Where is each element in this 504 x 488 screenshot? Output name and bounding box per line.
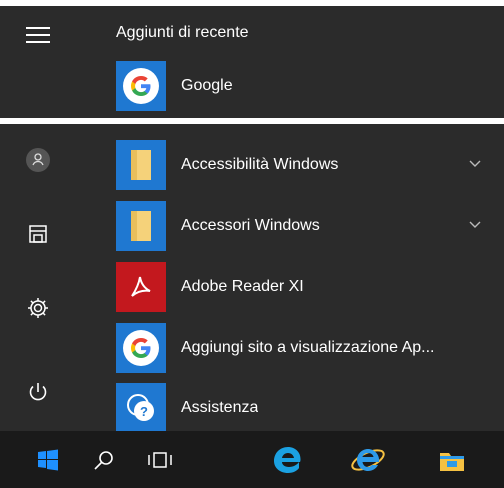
file-explorer-icon <box>440 452 464 471</box>
folder-icon <box>131 150 151 180</box>
recent-panel: Aggiunti di recente Google <box>0 6 504 118</box>
google-icon <box>123 330 159 366</box>
hamburger-icon <box>26 27 50 43</box>
app-item-adobe-reader[interactable]: Adobe Reader XI <box>112 259 504 315</box>
settings-button[interactable] <box>20 290 56 326</box>
search-button[interactable] <box>76 431 132 488</box>
app-label: Accessori Windows <box>181 217 320 234</box>
power-button[interactable] <box>20 374 56 410</box>
chevron-down-icon <box>469 160 481 167</box>
power-icon <box>29 383 47 401</box>
windows-start-icon <box>38 449 58 470</box>
search-icon <box>94 450 113 470</box>
task-view-button[interactable] <box>132 431 188 488</box>
app-tile <box>116 61 166 111</box>
hamburger-menu-button[interactable] <box>20 17 56 53</box>
app-item-google[interactable]: Google <box>112 58 504 114</box>
app-label: Accessibilità Windows <box>181 156 339 173</box>
user-icon <box>26 148 50 172</box>
task-view-icon <box>148 451 172 468</box>
documents-button[interactable] <box>20 216 56 252</box>
app-label: Aggiungi sito a visualizzazione Ap... <box>181 339 435 356</box>
app-item-accessori-windows[interactable]: Accessori Windows <box>112 198 504 254</box>
settings-gear-icon <box>28 298 48 318</box>
app-item-aggiungi-sito[interactable]: Aggiungi sito a visualizzazione Ap... <box>112 320 504 376</box>
expand-chevron-button[interactable] <box>466 155 484 173</box>
app-tile: ? <box>116 383 166 433</box>
svg-text:?: ? <box>140 404 148 419</box>
file-explorer-button[interactable] <box>424 431 480 488</box>
adobe-reader-icon <box>131 276 151 297</box>
internet-explorer-icon <box>351 448 385 471</box>
app-item-accessibilita-windows[interactable]: Accessibilità Windows <box>112 137 504 193</box>
help-chat-icon: ? <box>127 394 154 421</box>
app-tile <box>116 140 166 190</box>
documents-icon <box>29 225 47 243</box>
internet-explorer-button[interactable] <box>340 431 396 488</box>
recent-section-title: Aggiunti di recente <box>116 24 249 41</box>
app-item-assistenza[interactable]: ? Assistenza <box>112 380 504 436</box>
chevron-down-icon <box>469 221 481 228</box>
expand-chevron-button[interactable] <box>466 216 484 234</box>
edge-icon <box>274 446 301 473</box>
app-label: Assistenza <box>181 399 259 416</box>
app-tile <box>116 323 166 373</box>
app-tile <box>116 262 166 312</box>
edge-button[interactable] <box>260 431 316 488</box>
app-tile <box>116 201 166 251</box>
all-apps-panel: Accessibilità Windows Accessori Windows <box>0 124 504 433</box>
folder-icon <box>131 211 151 241</box>
app-label: Google <box>181 77 233 94</box>
google-icon <box>123 68 159 104</box>
app-label: Adobe Reader XI <box>181 278 304 295</box>
start-button[interactable] <box>20 431 76 488</box>
user-account-button[interactable] <box>20 142 56 178</box>
